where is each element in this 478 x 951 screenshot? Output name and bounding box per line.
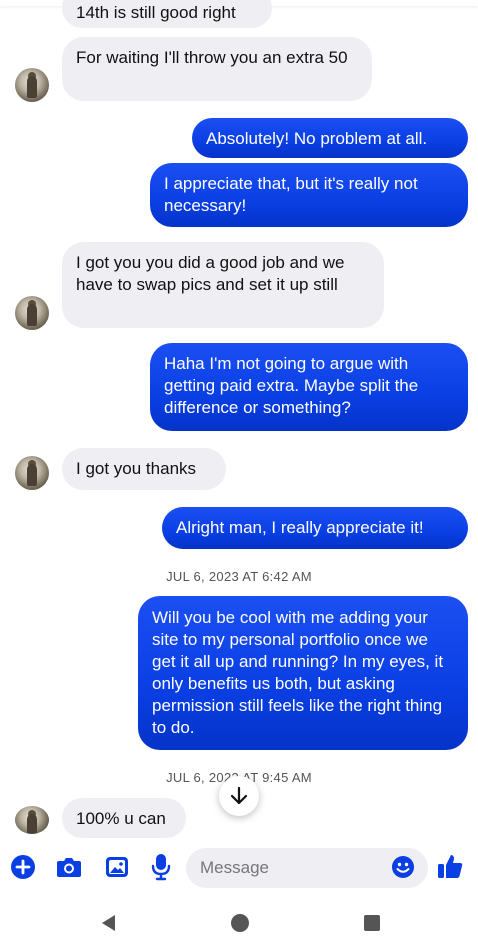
back-icon[interactable] xyxy=(96,911,120,935)
message-incoming[interactable]: 14th is still good right xyxy=(62,0,272,28)
contact-avatar[interactable] xyxy=(15,456,49,490)
message-outgoing[interactable]: Will you be cool with me adding your sit… xyxy=(138,596,468,750)
message-timestamp: JUL 6, 2023 AT 6:42 AM xyxy=(166,569,312,584)
message-text: I appreciate that, but it's really not n… xyxy=(164,174,418,215)
message-incoming[interactable]: 100% u can xyxy=(62,798,186,838)
plus-icon[interactable] xyxy=(9,853,37,881)
message-outgoing[interactable]: Absolutely! No problem at all. xyxy=(192,118,468,158)
message-outgoing[interactable]: I appreciate that, but it's really not n… xyxy=(150,163,468,227)
emoji-icon[interactable] xyxy=(390,854,416,880)
microphone-icon[interactable] xyxy=(149,852,173,882)
contact-avatar[interactable] xyxy=(15,296,49,330)
message-input-placeholder: Message xyxy=(200,858,269,877)
message-text: Alright man, I really appreciate it! xyxy=(176,518,424,537)
message-text: For waiting I'll throw you an extra 50 xyxy=(76,48,348,67)
message-text: Haha I'm not going to argue with getting… xyxy=(164,354,419,417)
arrow-down-icon xyxy=(230,786,248,805)
message-text: Will you be cool with me adding your sit… xyxy=(152,608,444,737)
message-outgoing[interactable]: Haha I'm not going to argue with getting… xyxy=(150,343,468,431)
message-text: 100% u can xyxy=(76,809,166,828)
composer-bar: Message xyxy=(0,844,478,890)
scroll-to-bottom-button[interactable] xyxy=(219,776,259,816)
contact-avatar[interactable] xyxy=(15,806,49,834)
message-text: I got you thanks xyxy=(76,459,197,478)
camera-icon[interactable] xyxy=(54,853,84,881)
message-text: I got you you did a good job and we have… xyxy=(76,253,345,294)
contact-avatar[interactable] xyxy=(15,68,49,102)
home-icon[interactable] xyxy=(228,911,252,935)
system-navigation-bar xyxy=(0,898,478,951)
message-text: 14th is still good right xyxy=(76,3,236,22)
gallery-icon[interactable] xyxy=(103,853,131,881)
thumbs-up-icon[interactable] xyxy=(435,851,465,881)
message-incoming[interactable]: For waiting I'll throw you an extra 50 xyxy=(62,37,372,101)
message-outgoing[interactable]: Alright man, I really appreciate it! xyxy=(162,507,468,549)
message-text: Absolutely! No problem at all. xyxy=(206,129,428,148)
message-incoming[interactable]: I got you you did a good job and we have… xyxy=(62,242,384,328)
message-incoming[interactable]: I got you thanks xyxy=(62,448,226,490)
recents-icon[interactable] xyxy=(360,911,384,935)
